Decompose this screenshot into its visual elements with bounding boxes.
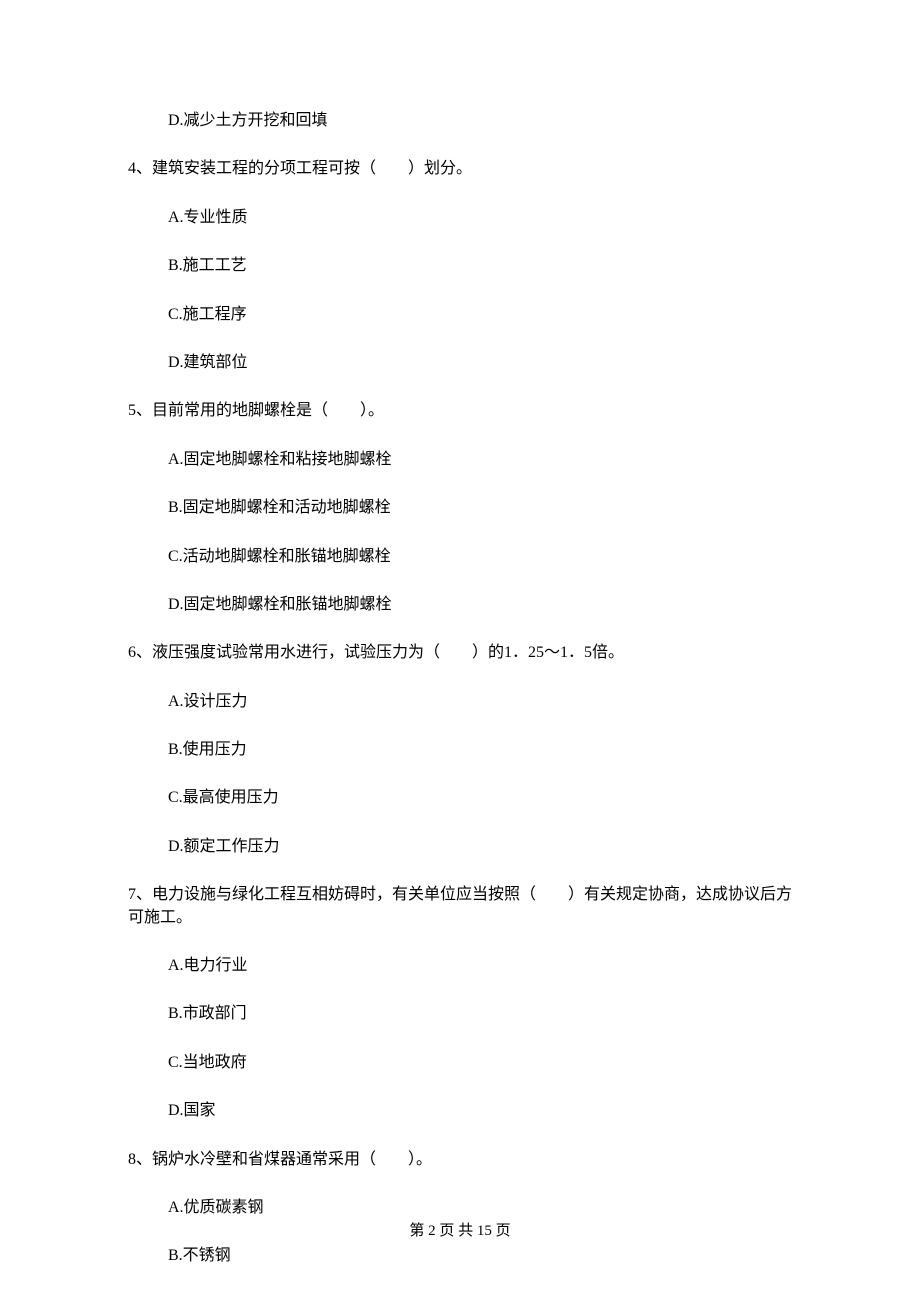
option: A.电力行业 xyxy=(128,955,792,977)
page-footer: 第 2 页 共 15 页 xyxy=(0,1221,920,1242)
option: B.市政部门 xyxy=(128,1003,792,1025)
question-stem: 5、目前常用的地脚螺栓是（ ）。 xyxy=(128,400,792,422)
option: C.活动地脚螺栓和胀锚地脚螺栓 xyxy=(128,546,792,568)
option: D.建筑部位 xyxy=(128,352,792,374)
option: A.专业性质 xyxy=(128,207,792,229)
question-stem: 4、建筑安装工程的分项工程可按（ ）划分。 xyxy=(128,158,792,180)
question-stem: 8、锅炉水冷壁和省煤器通常采用（ ）。 xyxy=(128,1149,792,1171)
option: C.最高使用压力 xyxy=(128,787,792,809)
option: D.额定工作压力 xyxy=(128,836,792,858)
option: D.减少土方开挖和回填 xyxy=(128,110,792,132)
option: D.国家 xyxy=(128,1100,792,1122)
option: C.当地政府 xyxy=(128,1052,792,1074)
option: A.固定地脚螺栓和粘接地脚螺栓 xyxy=(128,449,792,471)
option: A.优质碳素钢 xyxy=(128,1197,792,1219)
option: B.不锈钢 xyxy=(128,1245,792,1267)
option: B.使用压力 xyxy=(128,739,792,761)
option: A.设计压力 xyxy=(128,691,792,713)
option: C.施工程序 xyxy=(128,304,792,326)
option: B.施工工艺 xyxy=(128,255,792,277)
question-stem: 7、电力设施与绿化工程互相妨碍时，有关单位应当按照（ ）有关规定协商，达成协议后… xyxy=(128,884,792,929)
question-stem: 6、液压强度试验常用水进行，试验压力为（ ）的1．25～1．5倍。 xyxy=(128,642,792,664)
option: D.固定地脚螺栓和胀锚地脚螺栓 xyxy=(128,594,792,616)
option: B.固定地脚螺栓和活动地脚螺栓 xyxy=(128,497,792,519)
document-content: D.减少土方开挖和回填 4、建筑安装工程的分项工程可按（ ）划分。 A.专业性质… xyxy=(0,0,920,1268)
